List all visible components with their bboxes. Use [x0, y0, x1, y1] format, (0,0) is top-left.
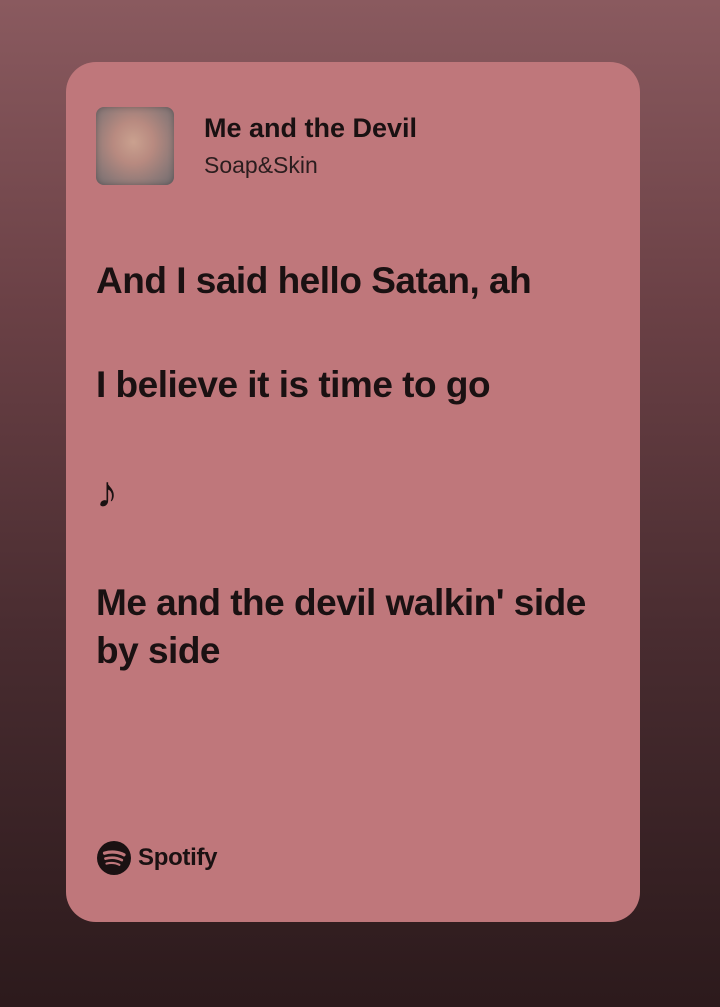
lyric-line: And I said hello Satan, ah: [96, 260, 532, 301]
track-artist: Soap&Skin: [204, 152, 318, 178]
spotify-wordmark: Spotify: [138, 844, 218, 871]
lyric-line: I believe it is time to go: [96, 364, 491, 405]
lyrics-card: Me and the Devil Soap&Skin And I said he…: [66, 62, 640, 922]
spotify-logo: Spotify: [96, 840, 218, 876]
album-cover: [96, 107, 174, 185]
track-title: Me and the Devil: [204, 113, 418, 143]
track-header: Me and the Devil Soap&Skin: [96, 107, 417, 185]
lyric-line: Me and the devil walkin' side by side: [96, 582, 586, 671]
music-note-icon: ♪: [96, 468, 118, 517]
spotify-icon: [97, 841, 131, 875]
track-meta: Me and the Devil Soap&Skin: [204, 111, 417, 181]
lyrics-block: And I said hello Satan, ah I believe it …: [96, 257, 616, 675]
